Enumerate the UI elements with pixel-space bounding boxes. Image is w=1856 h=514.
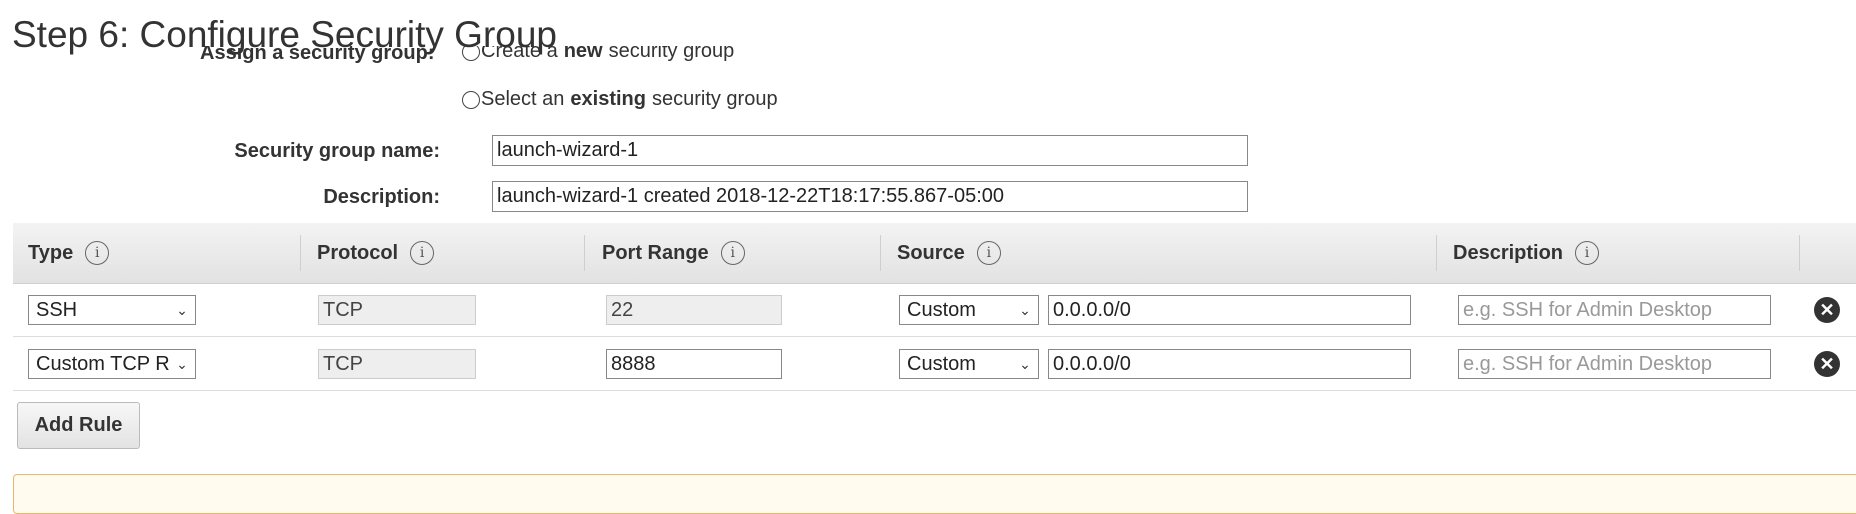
column-divider xyxy=(1799,235,1800,271)
column-header-port-range-label: Port Range xyxy=(602,241,709,264)
chevron-down-icon: ⌄ xyxy=(175,297,189,323)
select-existing-suffix: security group xyxy=(651,88,778,110)
select-existing-bold: existing xyxy=(570,88,646,110)
column-header-protocol: Protocol i xyxy=(317,223,435,283)
column-header-source-label: Source xyxy=(897,241,965,264)
security-group-name-input[interactable]: launch-wizard-1 xyxy=(492,135,1248,166)
rule-type-value: Custom TCP R xyxy=(36,353,170,375)
rule-source-type-value: Custom xyxy=(907,353,976,375)
column-divider xyxy=(1436,235,1437,271)
chevron-down-icon: ⌄ xyxy=(175,351,189,377)
rule-source-cidr-input[interactable]: 0.0.0.0/0 xyxy=(1048,295,1411,325)
info-icon[interactable]: i xyxy=(720,241,745,265)
rule-row: SSH ⌄ TCP 22 Custom ⌄ 0.0.0.0/0 e.g. SSH… xyxy=(13,283,1856,337)
chevron-down-icon: ⌄ xyxy=(1018,351,1032,377)
column-header-description-label: Description xyxy=(1453,241,1564,264)
remove-circle-icon[interactable]: ✕ xyxy=(1814,297,1840,323)
warning-box xyxy=(13,474,1856,514)
column-divider xyxy=(300,235,301,271)
column-divider xyxy=(584,235,585,271)
column-header-port-range: Port Range i xyxy=(602,223,745,283)
create-new-bold: new xyxy=(563,46,603,62)
security-group-name-label: Security group name: xyxy=(234,140,440,162)
description-input[interactable]: launch-wizard-1 created 2018-12-22T18:17… xyxy=(492,181,1248,212)
chevron-down-icon: ⌄ xyxy=(1018,297,1032,323)
rule-port-range-field: 22 xyxy=(606,295,782,325)
select-existing-radio[interactable] xyxy=(462,90,480,109)
select-existing-prefix: Select an xyxy=(481,88,565,110)
column-header-source: Source i xyxy=(897,223,1001,283)
select-existing-security-group-option[interactable]: Select an existing security group xyxy=(462,88,778,111)
info-icon[interactable]: i xyxy=(85,241,110,265)
rule-description-input[interactable]: e.g. SSH for Admin Desktop xyxy=(1458,349,1771,379)
rule-description-input[interactable]: e.g. SSH for Admin Desktop xyxy=(1458,295,1771,325)
rule-port-range-input[interactable]: 8888 xyxy=(606,349,782,379)
rule-protocol-field: TCP xyxy=(318,349,476,379)
add-rule-button[interactable]: Add Rule xyxy=(17,402,140,449)
column-header-description: Description i xyxy=(1453,223,1600,283)
info-icon[interactable]: i xyxy=(976,241,1001,265)
rule-row: Custom TCP R ⌄ TCP 8888 Custom ⌄ 0.0.0.0… xyxy=(13,337,1856,391)
rule-source-type-select[interactable]: Custom ⌄ xyxy=(899,349,1039,379)
remove-circle-icon[interactable]: ✕ xyxy=(1814,351,1840,377)
rule-type-select[interactable]: SSH ⌄ xyxy=(28,295,196,325)
rule-source-cidr-input[interactable]: 0.0.0.0/0 xyxy=(1048,349,1411,379)
column-header-type: Type i xyxy=(28,223,110,283)
rule-type-value: SSH xyxy=(36,299,78,321)
rule-protocol-field: TCP xyxy=(318,295,476,325)
page-title: Step 6: Configure Security Group xyxy=(12,14,558,55)
description-label: Description: xyxy=(323,186,440,208)
info-icon[interactable]: i xyxy=(410,241,435,265)
rule-source-type-value: Custom xyxy=(907,299,976,321)
column-header-protocol-label: Protocol xyxy=(317,241,399,264)
column-divider xyxy=(880,235,881,271)
column-header-type-label: Type xyxy=(28,241,74,264)
info-icon[interactable]: i xyxy=(1575,241,1600,265)
create-new-suffix: security group xyxy=(608,46,735,62)
rule-type-select[interactable]: Custom TCP R ⌄ xyxy=(28,349,196,379)
rule-source-type-select[interactable]: Custom ⌄ xyxy=(899,295,1039,325)
rules-table-header: Type i Protocol i Port Range i Source i … xyxy=(13,223,1856,284)
